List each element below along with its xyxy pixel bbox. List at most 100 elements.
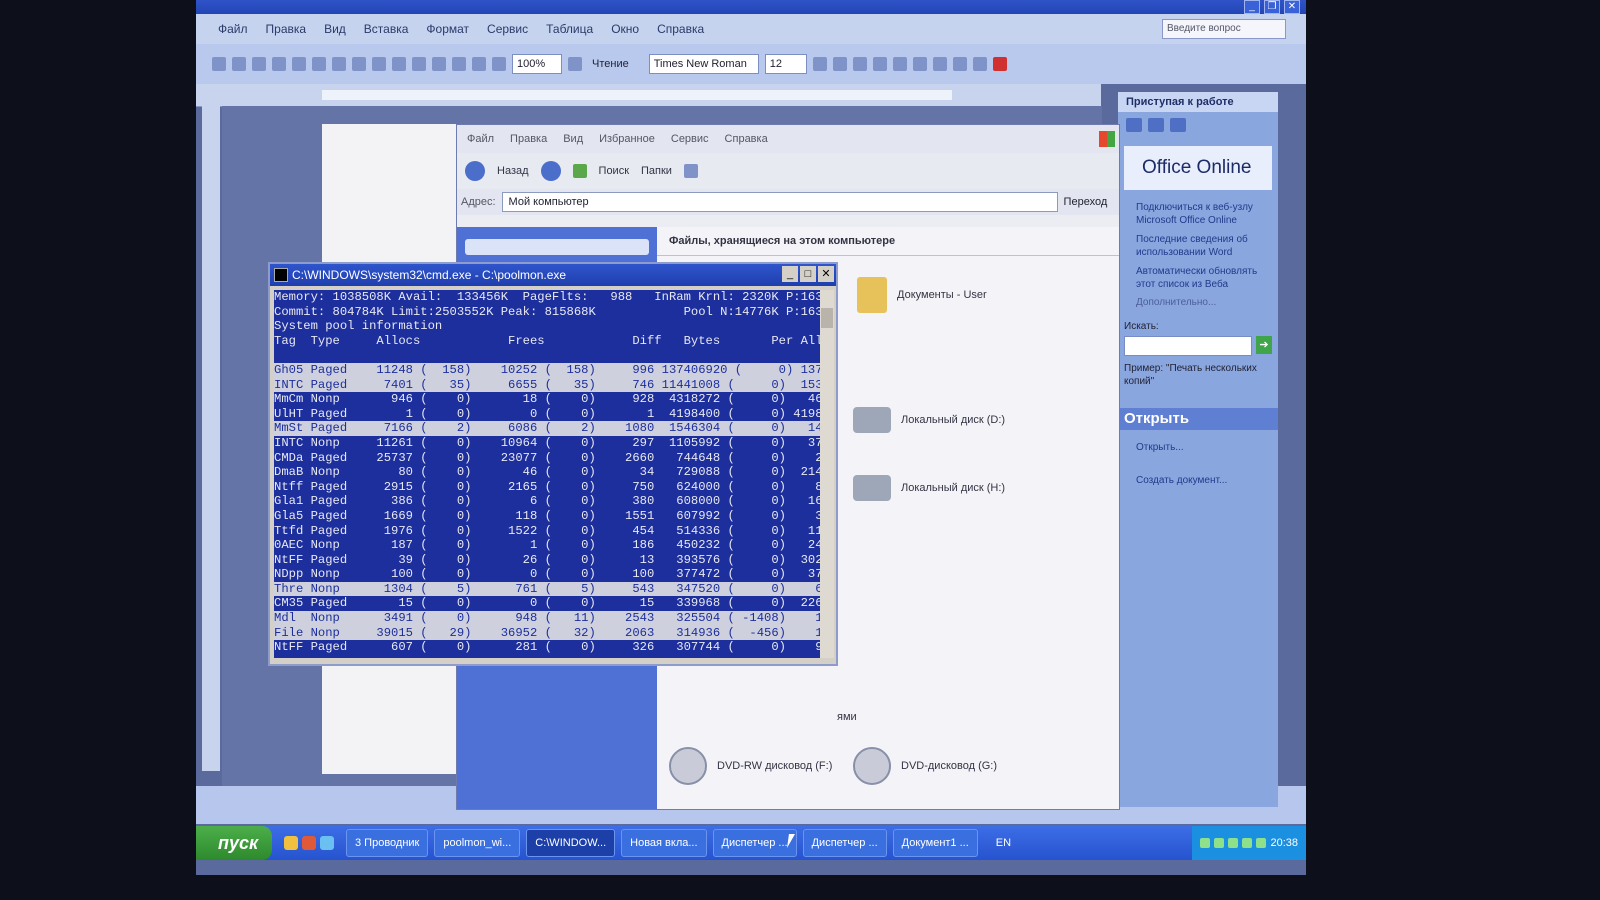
drive-h[interactable]: Локальный диск (H:) [853,475,1005,501]
numbering-icon[interactable] [912,57,927,71]
italic-icon[interactable] [832,57,847,71]
forward-icon[interactable] [1148,118,1164,132]
menu-edit[interactable]: Правка [266,22,307,36]
ex-menu-edit[interactable]: Правка [510,133,547,145]
menu-format[interactable]: Формат [426,22,469,36]
underline-icon[interactable] [852,57,867,71]
tray-icon[interactable] [1242,838,1253,848]
align-left-icon[interactable] [872,57,887,71]
paste-icon[interactable] [372,57,386,71]
menu-file[interactable]: Файл [218,22,248,36]
close-button[interactable]: ✕ [1284,0,1300,14]
folders-button[interactable]: Папки [641,165,672,177]
drawing-icon[interactable] [492,57,506,71]
views-icon[interactable] [683,164,698,178]
go-button[interactable]: Переход [1064,196,1108,208]
minimize-button[interactable]: _ [1244,0,1260,14]
font-select[interactable]: Times New Roman [648,54,759,74]
copy-icon[interactable] [352,57,366,71]
save-icon[interactable] [252,57,266,71]
taskbar-button-taskmgr-2[interactable]: Диспетчер ... [802,829,887,857]
tp-link-news[interactable]: Последние сведения об использовании Word [1118,230,1278,262]
taskbar-button-poolmon[interactable]: poolmon_wi... [434,829,521,857]
menu-insert[interactable]: Вставка [364,22,409,36]
tp-open-link[interactable]: Открыть... [1118,438,1278,457]
drive-g[interactable]: DVD-дисковод (G:) [853,747,997,785]
columns-icon[interactable] [472,57,486,71]
reading-button[interactable]: Чтение [588,55,633,73]
zoom-select[interactable]: 100% [512,54,562,74]
back-button-label[interactable]: Назад [497,165,529,177]
ex-menu-favorites[interactable]: Избранное [599,133,655,145]
tp-search-input[interactable] [1124,336,1252,356]
drive-f[interactable]: DVD-RW дисковод (F:) [669,747,832,785]
ex-menu-tools[interactable]: Сервис [671,133,709,145]
menu-help[interactable]: Справка [657,22,704,36]
tp-link-more[interactable]: Дополнительно... [1118,294,1278,311]
taskbar-button-explorer[interactable]: 3 Проводник [346,829,429,857]
tray-icon[interactable] [1214,838,1225,848]
align-center-icon[interactable] [892,57,907,71]
address-input[interactable]: Мой компьютер [501,192,1058,212]
font-color-icon[interactable] [992,57,1007,71]
cmd-maximize-button[interactable]: □ [800,266,816,282]
scroll-thumb[interactable] [821,308,833,328]
clock[interactable]: 20:38 [1270,837,1298,849]
hyperlink-icon[interactable] [432,57,446,71]
cmd-scrollbar[interactable] [820,290,834,658]
quicklaunch-icon[interactable] [302,836,316,850]
tp-link-connect[interactable]: Подключиться к веб-узлу Microsoft Office… [1118,198,1278,230]
undo-icon[interactable] [392,57,406,71]
menu-table[interactable]: Таблица [546,22,593,36]
font-size-select[interactable]: 12 [764,54,807,74]
drive-d[interactable]: Локальный диск (D:) [853,407,1005,433]
ask-question-input[interactable]: Введите вопрос [1162,19,1286,39]
redo-icon[interactable] [412,57,426,71]
tasks-panel-header[interactable] [465,239,649,255]
back-arrow-icon[interactable] [465,161,485,181]
tray-icon[interactable] [1256,838,1267,848]
cmd-minimize-button[interactable]: _ [782,266,798,282]
up-folder-icon[interactable] [572,164,587,178]
tray-icon[interactable] [1228,838,1239,848]
cmd-line: UlHT Paged 1 ( 0) 0 ( 0) 1 4198400 ( 0) … [274,406,820,421]
tp-create-link[interactable]: Создать документ... [1118,471,1278,490]
forward-arrow-icon[interactable] [540,161,561,181]
taskbar-button-word[interactable]: Документ1 ... [892,829,978,857]
print-icon[interactable] [272,57,286,71]
back-icon[interactable] [1126,118,1142,132]
search-button[interactable]: Поиск [599,165,629,177]
home-icon[interactable] [1170,118,1186,132]
open-icon[interactable] [232,57,246,71]
table-icon[interactable] [452,57,466,71]
menu-view[interactable]: Вид [324,22,346,36]
spelling-icon[interactable] [312,57,326,71]
language-indicator[interactable]: EN [984,837,1023,849]
menu-window[interactable]: Окно [611,22,639,36]
ex-menu-help[interactable]: Справка [725,133,768,145]
cmd-close-button[interactable]: ✕ [818,266,834,282]
ex-menu-view[interactable]: Вид [563,133,583,145]
start-button[interactable]: пуск [196,826,272,860]
tray-icon[interactable] [1200,838,1211,848]
taskbar-button-cmd[interactable]: C:\WINDOW... [526,829,616,857]
indent-icon[interactable] [952,57,967,71]
bold-icon[interactable] [812,57,827,71]
help-icon[interactable] [568,57,582,71]
new-icon[interactable] [212,57,226,71]
ex-menu-file[interactable]: Файл [467,133,494,145]
cmd-titlebar[interactable]: C:\WINDOWS\system32\cmd.exe - C:\poolmon… [270,264,836,286]
taskbar-button-taskmgr-1[interactable]: Диспетчер ... [712,829,797,857]
arrow-right-icon[interactable]: ➔ [1256,336,1272,354]
bullets-icon[interactable] [932,57,947,71]
quicklaunch-icon[interactable] [320,836,334,850]
taskbar-button-browser[interactable]: Новая вкла... [621,829,707,857]
menu-tools[interactable]: Сервис [487,22,528,36]
quicklaunch-icon[interactable] [284,836,298,850]
cut-icon[interactable] [332,57,346,71]
preview-icon[interactable] [292,57,306,71]
border-icon[interactable] [972,57,987,71]
documents-folder[interactable]: Документы - User [857,277,987,313]
tp-link-update[interactable]: Автоматически обновлять этот список из В… [1118,262,1278,294]
restore-button[interactable]: ❐ [1264,0,1280,14]
